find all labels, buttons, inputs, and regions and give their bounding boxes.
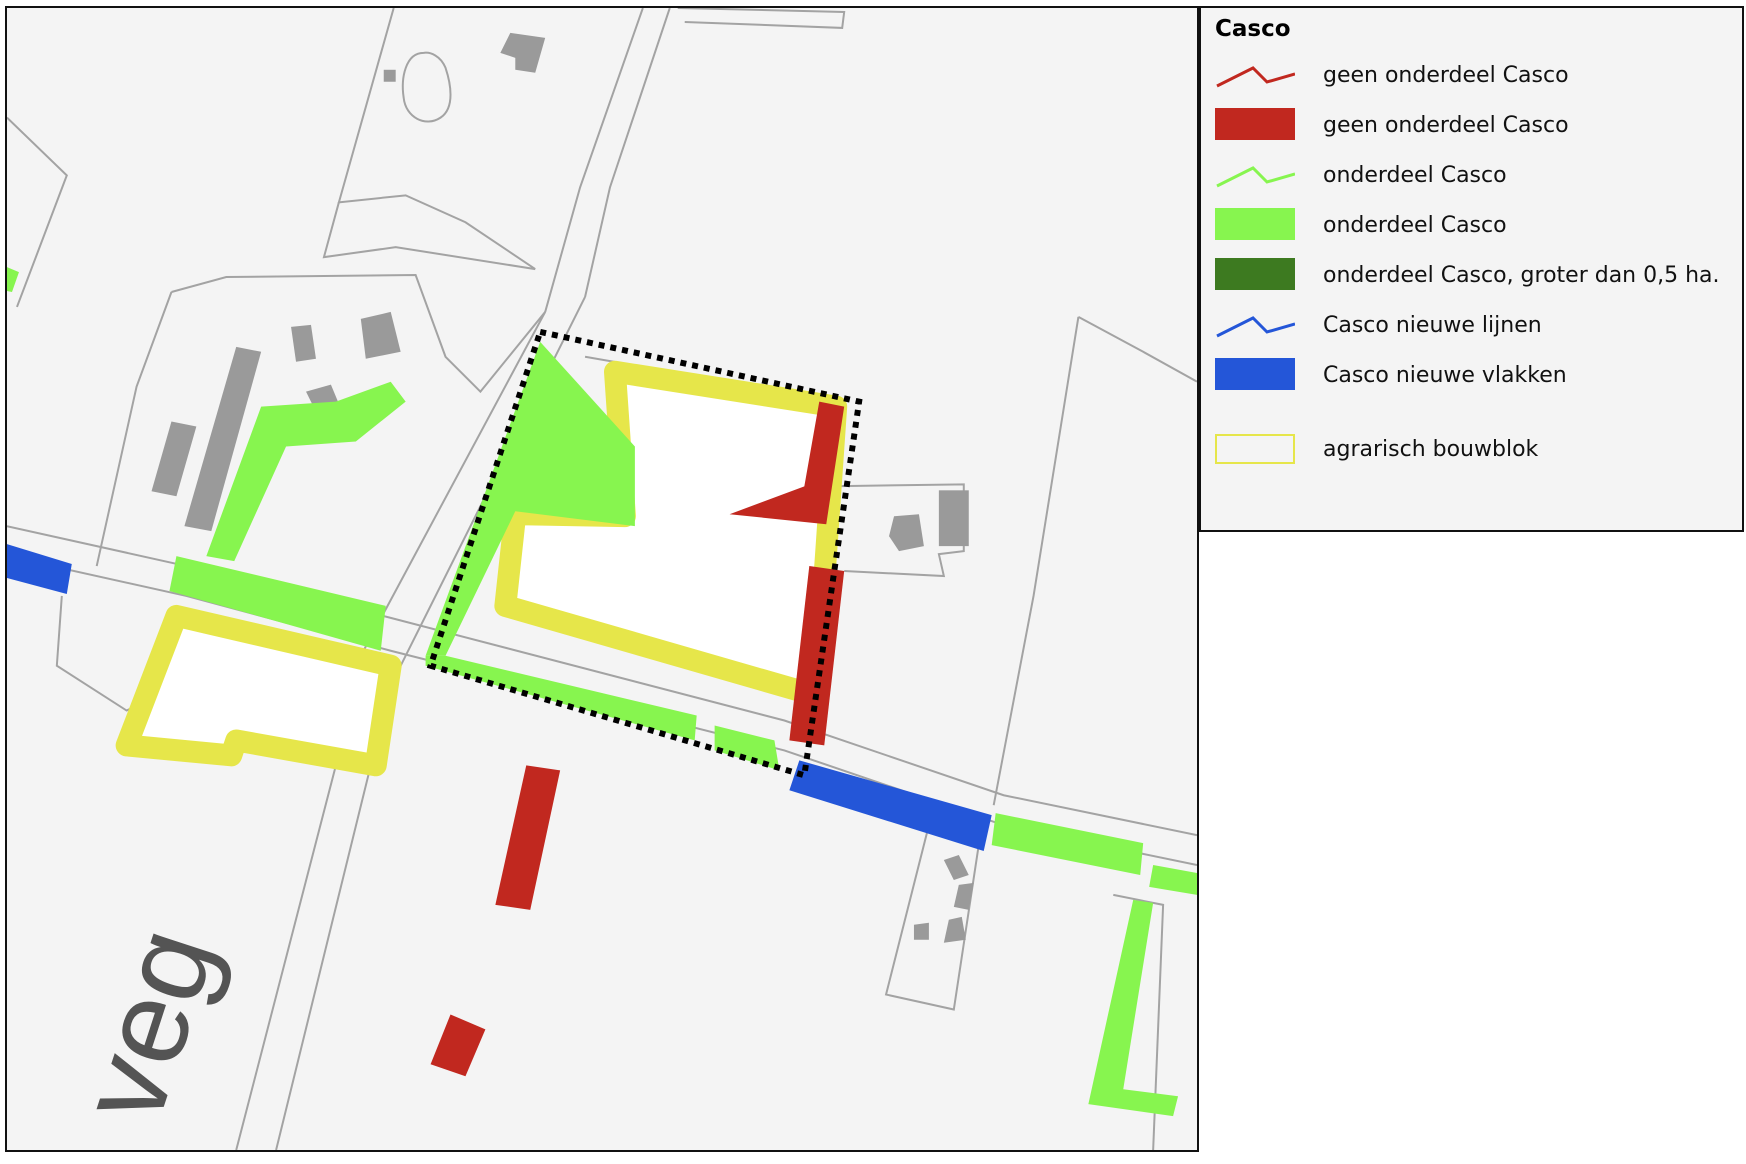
outline-symbol-icon [1215, 434, 1295, 464]
map-figure: veg Casco geen onderdeel Casco geen onde… [0, 0, 1746, 1164]
legend-panel: Casco geen onderdeel Casco geen onderdee… [1199, 6, 1744, 532]
building [383, 69, 396, 82]
fill-symbol-icon [1215, 108, 1295, 140]
line-symbol-icon [1215, 310, 1295, 342]
legend-item: Casco nieuwe lijnen [1215, 306, 1735, 346]
fill-symbol-icon [1215, 358, 1295, 390]
legend-item-label: onderdeel Casco, groter dan 0,5 ha. [1323, 263, 1720, 288]
legend-item-label: geen onderdeel Casco [1323, 63, 1569, 88]
map-canvas: veg [7, 8, 1197, 1150]
legend-item-label: Casco nieuwe lijnen [1323, 313, 1542, 338]
legend-item: agrarisch bouwblok [1215, 430, 1735, 470]
legend-item-label: agrarisch bouwblok [1323, 437, 1539, 462]
map-view[interactable]: veg [5, 6, 1199, 1152]
building [913, 922, 929, 940]
fill-symbol-icon [1215, 208, 1295, 240]
legend-item: geen onderdeel Casco [1215, 106, 1735, 146]
building [938, 490, 969, 547]
legend-item: onderdeel Casco [1215, 156, 1735, 196]
line-symbol-icon [1215, 160, 1295, 192]
legend-item-label: geen onderdeel Casco [1323, 113, 1569, 138]
legend-item: onderdeel Casco [1215, 206, 1735, 246]
legend-item: Casco nieuwe vlakken [1215, 356, 1735, 396]
legend-item: geen onderdeel Casco [1215, 56, 1735, 96]
legend-item: onderdeel Casco, groter dan 0,5 ha. [1215, 256, 1735, 296]
fill-symbol-icon [1215, 258, 1295, 290]
line-symbol-icon [1215, 60, 1295, 92]
legend-title: Casco [1215, 16, 1291, 42]
legend-item-label: onderdeel Casco [1323, 163, 1507, 188]
legend-item-label: Casco nieuwe vlakken [1323, 363, 1567, 388]
legend-item-label: onderdeel Casco [1323, 213, 1507, 238]
